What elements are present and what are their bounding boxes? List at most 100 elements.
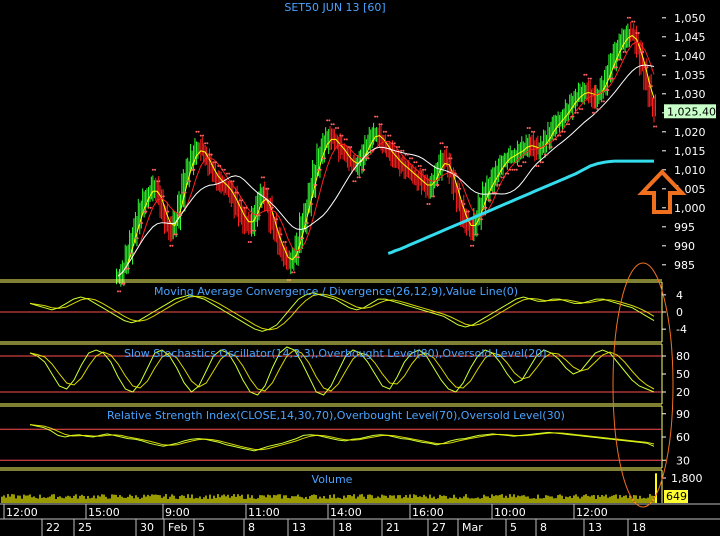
sar-dot [284,241,287,243]
sar-dot [530,130,533,133]
y-tick-label: 1,040 [674,50,706,63]
sar-dot [408,157,411,160]
sar-dot [356,176,359,179]
sar-dot [167,210,170,213]
sar-dot [496,184,499,186]
sar-dot [332,123,335,126]
y-tick-label: 4 [676,289,683,302]
sar-dot [127,267,130,270]
sar-dot [175,233,178,236]
sar-dot [151,168,154,171]
sar-dot [267,187,270,190]
sar-dot [188,180,191,183]
sar-dot [374,115,377,118]
sar-dot [563,130,566,133]
sar-dot [319,168,322,171]
sar-dot [223,168,226,171]
sar-dot [363,168,366,171]
date-label: 18 [338,521,352,534]
sar-dot [635,32,638,34]
sar-dot [504,172,507,175]
sar-dot [517,165,520,167]
time-label: 14:00 [330,506,362,519]
sar-dot [182,191,185,194]
sar-dot [633,20,636,23]
sar-dot [537,165,540,167]
sar-dot [609,77,612,80]
sar-dot [208,153,211,156]
sar-dot [232,180,235,183]
sar-dot [589,77,592,80]
sar-dot [352,180,355,183]
y-tick-label: 1,050 [674,12,706,25]
sar-dot [389,134,392,137]
sar-dot [500,176,503,179]
sar-dot [583,73,586,76]
sar-dot [385,130,388,133]
sar-dot [550,146,553,148]
last-price-label: 1,025.40 [667,105,716,118]
sar-dot [554,138,557,141]
sar-dot [626,16,629,19]
sar-dot [302,237,305,240]
sar-dot [121,282,124,285]
y-tick-label: 1,045 [674,31,706,44]
sar-dot [620,58,623,61]
sar-dot [276,218,279,221]
sar-dot [572,115,575,118]
sar-dot [243,206,246,209]
sar-dot [354,180,357,183]
sar-dot [419,165,422,167]
date-label: 25 [78,521,92,534]
sar-dot [326,119,329,122]
sar-dot [655,125,658,128]
sar-dot [650,85,653,88]
sar-dot [324,157,327,160]
sar-dot [467,210,470,213]
time-label: 16:00 [412,506,444,519]
sar-dot [206,142,209,145]
sar-dot [511,168,514,171]
sar-dot [343,138,346,141]
sar-dot [613,66,616,69]
y-tick-label: 80 [676,350,690,363]
sar-dot [631,20,634,23]
sar-dot [169,244,172,247]
sar-dot [280,233,283,236]
sar-dot [345,138,348,141]
sar-dot [149,206,152,209]
sar-dot [258,214,261,217]
sar-dot [578,108,581,110]
sar-dot [600,100,603,103]
sar-dot [334,127,337,129]
sar-dot [254,229,257,232]
sar-dot [308,203,311,205]
sar-dot [134,237,137,240]
sar-dot [125,267,128,270]
y-tick-label: 1,015 [674,145,706,158]
sar-dot [199,134,202,137]
sar-dot [456,187,459,190]
sar-dot [422,168,425,171]
sar-dot [195,130,198,133]
sar-dot [437,184,440,186]
sar-dot [186,180,189,183]
sar-dot [221,168,224,171]
chart-canvas[interactable]: SET50 JUN 13 [60] 1,050 1,045 1,040 1,035 1,0… [0,0,720,536]
panel-title: Slow Stochastics Oscillator(14,3,3),Over… [124,347,547,360]
sar-dot [426,203,429,205]
sar-dot [321,157,324,160]
sar-dot [138,222,141,224]
sar-dot [162,195,165,198]
sar-dot [164,210,167,213]
sar-dot [156,180,159,183]
sar-dot [130,252,133,255]
sar-dot [489,199,492,202]
sar-dot [452,172,455,175]
sar-dot [143,210,146,213]
sar-dot [454,172,457,175]
sar-dot [559,134,562,137]
sar-dot [291,271,294,274]
sar-dot [513,168,516,171]
sar-dot [173,233,176,236]
